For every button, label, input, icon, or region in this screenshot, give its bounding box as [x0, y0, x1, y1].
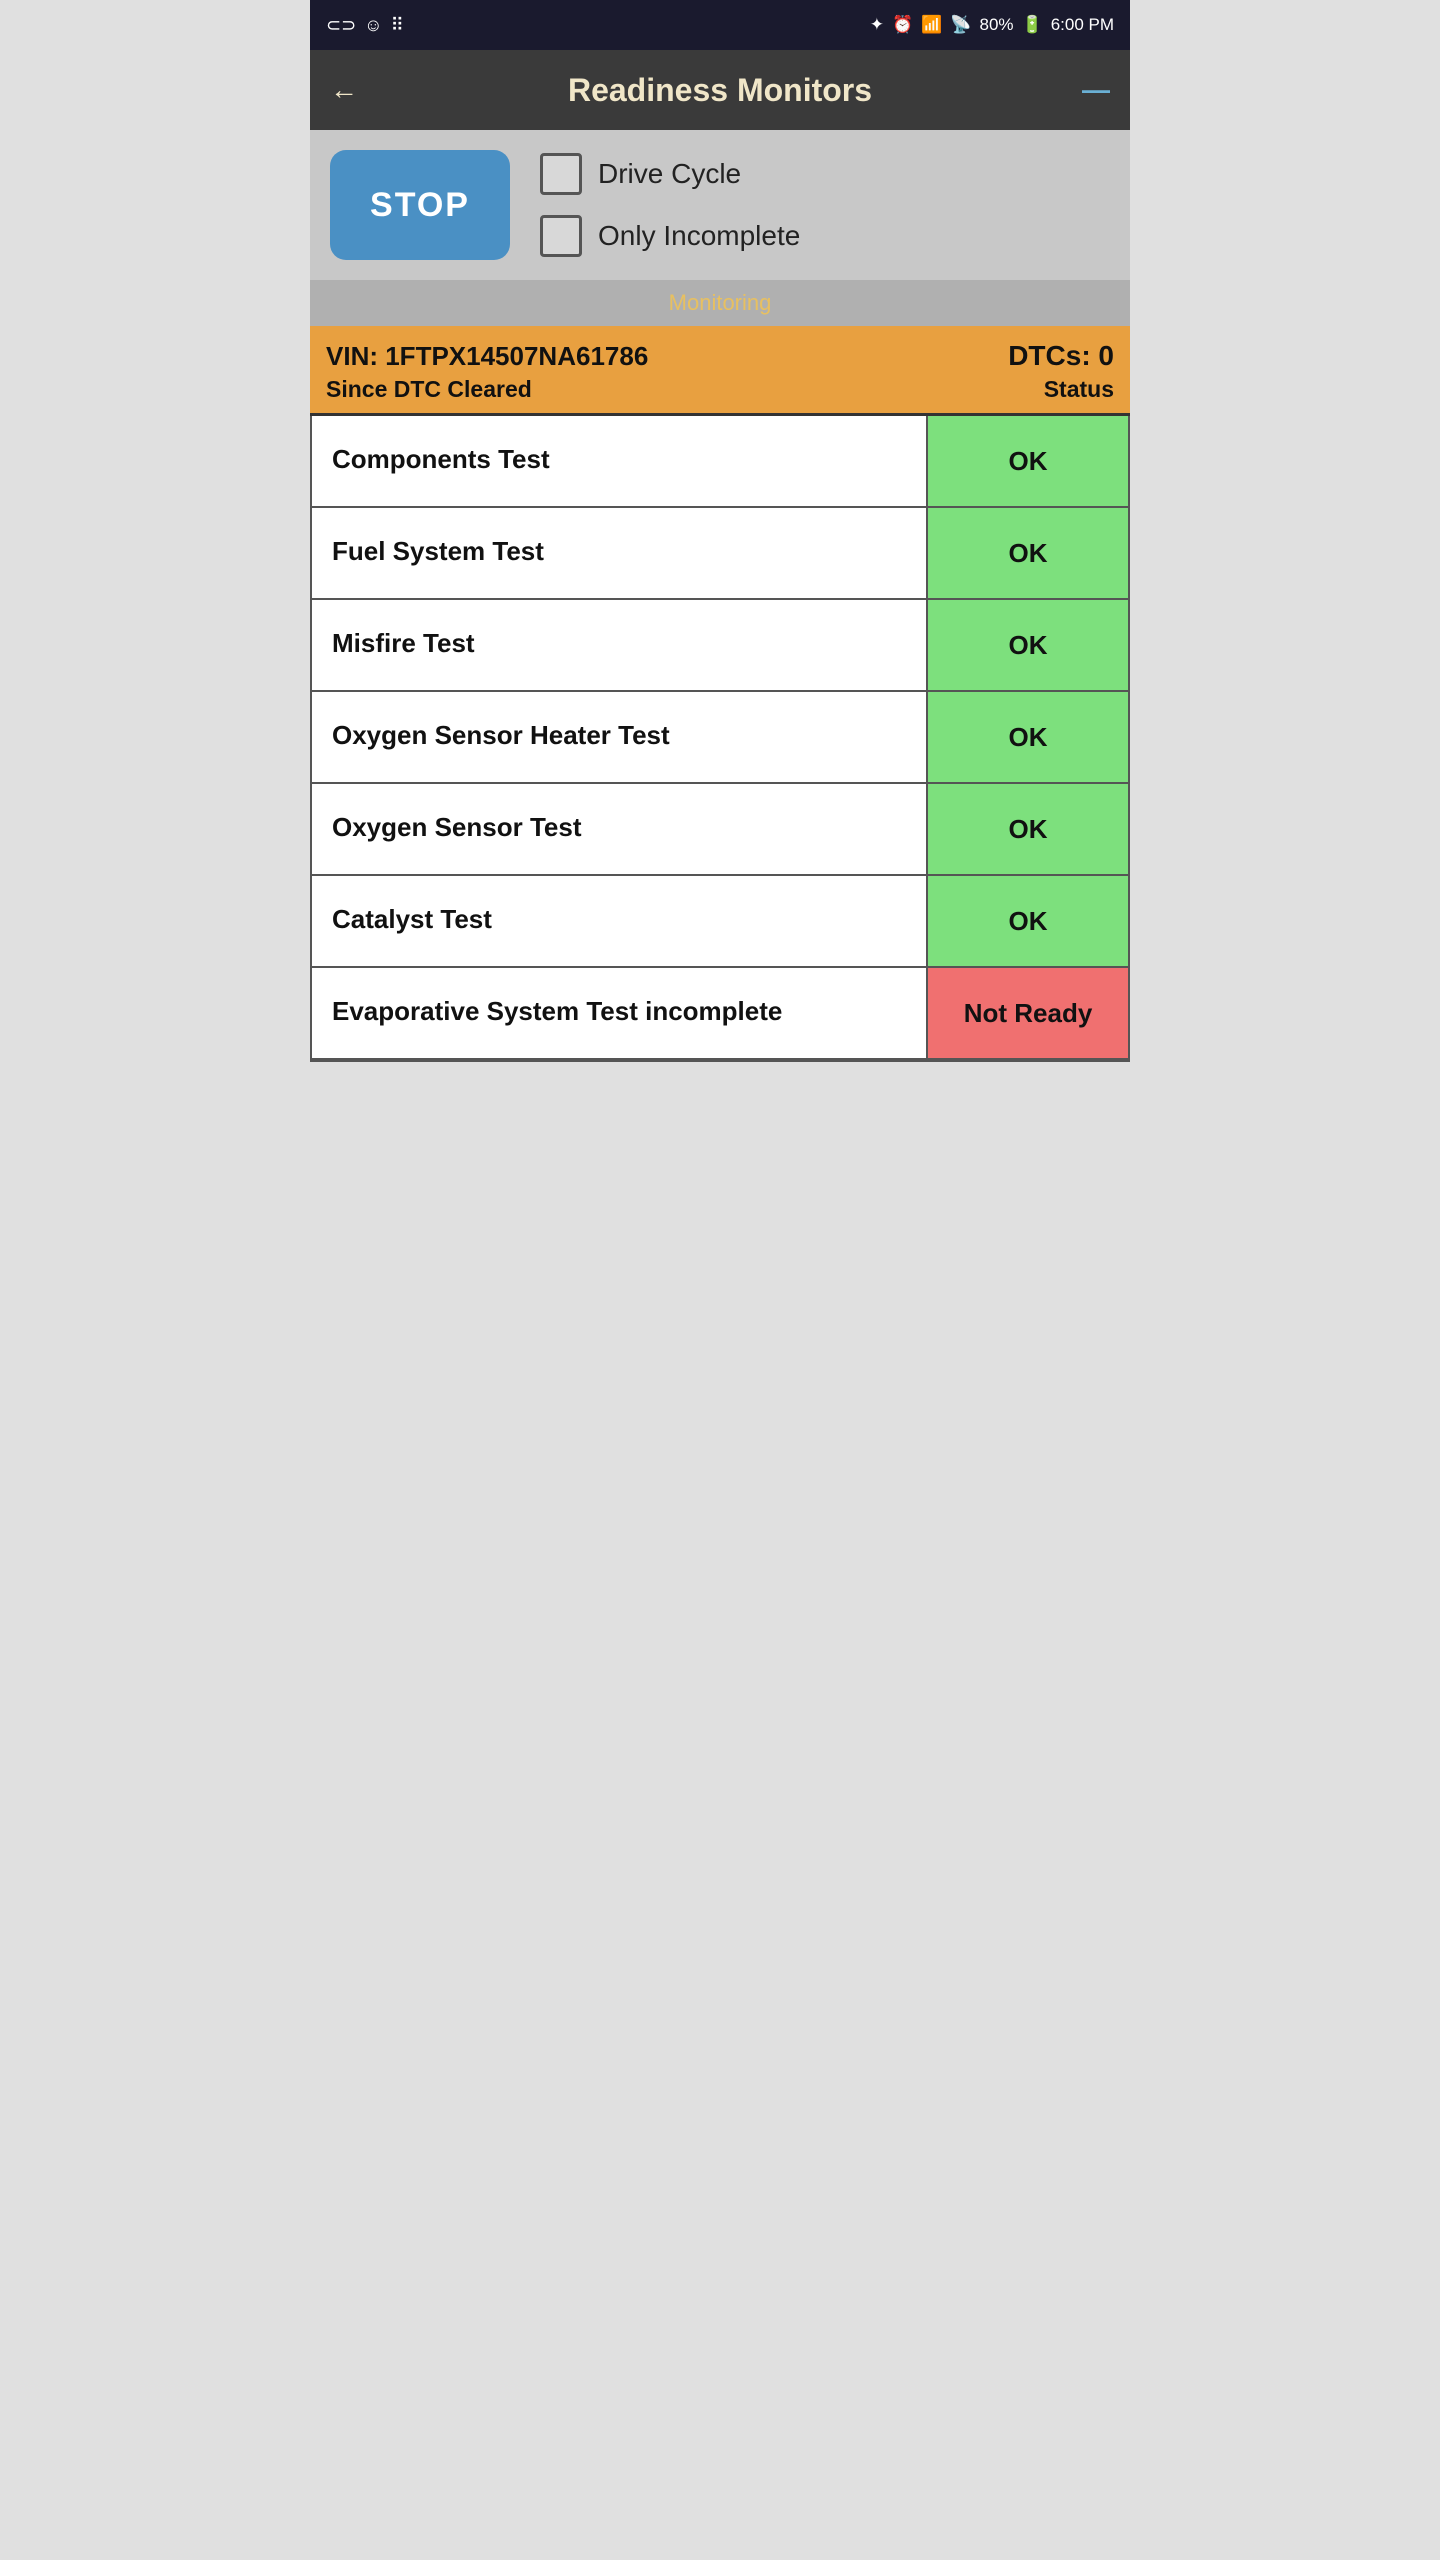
- vin-dtc-row: VIN: 1FTPX14507NA61786 DTCs: 0: [326, 340, 1114, 372]
- battery-icon: 🔋: [1022, 15, 1043, 35]
- dtc-count: DTCs: 0: [1008, 340, 1114, 372]
- test-status-catalyst: OK: [928, 876, 1128, 966]
- vin-header: VIN: 1FTPX14507NA61786 DTCs: 0 Since DTC…: [310, 326, 1130, 416]
- time-display: 6:00 PM: [1051, 15, 1114, 35]
- checkboxes-group: Drive Cycle Only Incomplete: [540, 153, 800, 257]
- only-incomplete-checkbox-item[interactable]: Only Incomplete: [540, 215, 800, 257]
- test-status-fuel: OK: [928, 508, 1128, 598]
- test-name-catalyst: Catalyst Test: [312, 876, 928, 966]
- test-status-evaporative: Not Ready: [928, 968, 1128, 1058]
- drive-cycle-label: Drive Cycle: [598, 158, 741, 190]
- back-button[interactable]: ←: [330, 74, 358, 106]
- accessibility-icon: ☺: [364, 15, 382, 36]
- menu-button[interactable]: —: [1082, 74, 1110, 106]
- since-status-row: Since DTC Cleared Status: [326, 376, 1114, 403]
- status-bar-right-icons: ✦ ⏰ 📶 📡 80% 🔋 6:00 PM: [870, 15, 1114, 35]
- test-status-misfire: OK: [928, 600, 1128, 690]
- test-name-o2-sensor: Oxygen Sensor Test: [312, 784, 928, 874]
- test-name-evaporative: Evaporative System Test incomplete: [312, 968, 928, 1058]
- tests-container: Components Test OK Fuel System Test OK M…: [310, 416, 1130, 1062]
- monitoring-label: Monitoring: [669, 290, 772, 315]
- battery-text: 80%: [979, 15, 1013, 35]
- table-row: Oxygen Sensor Test OK: [312, 784, 1128, 876]
- table-row: Fuel System Test OK: [312, 508, 1128, 600]
- status-bar: ⊂⊃ ☺ ⠿ ✦ ⏰ 📶 📡 80% 🔋 6:00 PM: [310, 0, 1130, 50]
- test-status-components: OK: [928, 416, 1128, 506]
- test-name-o2-heater: Oxygen Sensor Heater Test: [312, 692, 928, 782]
- test-status-o2-heater: OK: [928, 692, 1128, 782]
- test-status-o2-sensor: OK: [928, 784, 1128, 874]
- page-title: Readiness Monitors: [358, 72, 1082, 109]
- status-column-header: Status: [1044, 376, 1114, 403]
- wifi-icon: 📶: [921, 15, 942, 35]
- since-label: Since DTC Cleared: [326, 376, 532, 403]
- test-name-components: Components Test: [312, 416, 928, 506]
- table-row: Misfire Test OK: [312, 600, 1128, 692]
- status-bar-left-icons: ⊂⊃ ☺ ⠿: [326, 15, 404, 36]
- vin-text: VIN: 1FTPX14507NA61786: [326, 341, 648, 372]
- voicemail-icon: ⊂⊃: [326, 15, 356, 36]
- test-name-misfire: Misfire Test: [312, 600, 928, 690]
- app-header: ← Readiness Monitors —: [310, 50, 1130, 130]
- table-row: Catalyst Test OK: [312, 876, 1128, 968]
- controls-area: STOP Drive Cycle Only Incomplete: [310, 130, 1130, 280]
- drive-cycle-checkbox-item[interactable]: Drive Cycle: [540, 153, 800, 195]
- apps-icon: ⠿: [391, 15, 404, 36]
- signal-icon: 📡: [950, 15, 971, 35]
- table-row: Components Test OK: [312, 416, 1128, 508]
- test-name-fuel: Fuel System Test: [312, 508, 928, 598]
- table-row: Evaporative System Test incomplete Not R…: [312, 968, 1128, 1060]
- only-incomplete-checkbox[interactable]: [540, 215, 582, 257]
- alarm-icon: ⏰: [892, 15, 913, 35]
- monitoring-bar: Monitoring: [310, 280, 1130, 326]
- drive-cycle-checkbox[interactable]: [540, 153, 582, 195]
- only-incomplete-label: Only Incomplete: [598, 220, 800, 252]
- bluetooth-icon: ✦: [870, 15, 884, 35]
- stop-button[interactable]: STOP: [330, 150, 510, 260]
- table-row: Oxygen Sensor Heater Test OK: [312, 692, 1128, 784]
